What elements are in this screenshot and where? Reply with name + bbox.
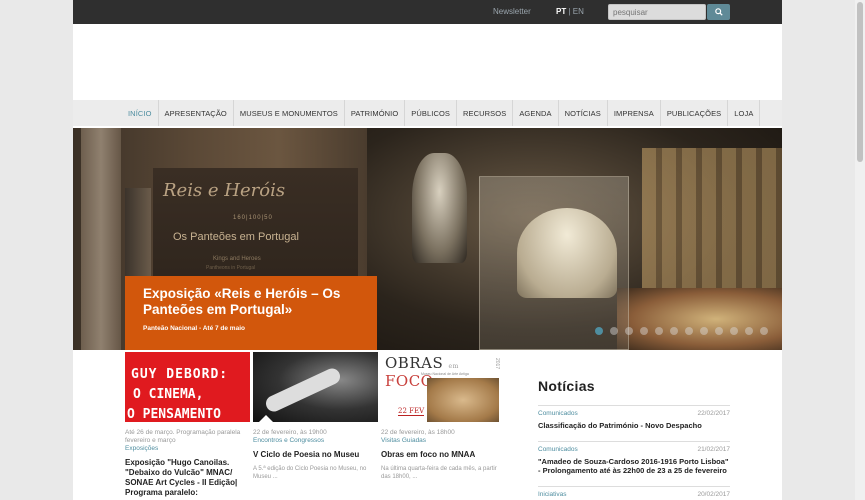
slider-dot[interactable] [640, 327, 648, 335]
card-image-date: 22 FEV [398, 407, 425, 416]
nav-item-apresentacao[interactable]: APRESENTAÇÃO [159, 100, 234, 126]
news-date: 21/02/2017 [697, 446, 730, 453]
hero-arches [642, 148, 782, 308]
banner-years: 160|100|50 [233, 215, 273, 221]
news-date: 22/02/2017 [697, 410, 730, 417]
card-title[interactable]: Exposição "Hugo Canoilas. "Debaixo do Vu… [125, 458, 250, 498]
slider-dot[interactable] [610, 327, 618, 335]
hero-photo-right [367, 128, 782, 350]
news-item[interactable]: Comunicados 21/02/2017 "Amadeo de Souza-… [538, 441, 730, 475]
language-switcher: PT | EN [556, 7, 584, 16]
hero-bust-sculpture [412, 153, 467, 263]
slider-dot[interactable] [670, 327, 678, 335]
nav-item-noticias[interactable]: NOTÍCIAS [559, 100, 608, 126]
banner-script-title: Reis e Heróis [163, 180, 286, 201]
nav-item-publicacoes[interactable]: PUBLICAÇÕES [661, 100, 729, 126]
news-title[interactable]: Classificação do Património - Novo Despa… [538, 421, 730, 430]
search-input[interactable] [608, 4, 706, 20]
card-meta: 22 de fevereiro, às 19h00 [253, 429, 327, 436]
logo-area [73, 24, 782, 100]
card-image-line: O CINEMA, [133, 387, 204, 402]
card-title[interactable]: V Ciclo de Poesia no Museu [253, 450, 378, 460]
slider-dot[interactable] [700, 327, 708, 335]
event-cards: GUY DEBORD: O CINEMA, O PENSAMENTO Até 2… [125, 352, 506, 498]
news-title[interactable]: "Amadeo de Souza-Cardoso 2016-1916 Porto… [538, 457, 730, 475]
card-image-pointer [259, 415, 273, 422]
nav-item-museus[interactable]: MUSEUS E MONUMENTOS [234, 100, 345, 126]
slider-dot[interactable] [760, 327, 768, 335]
hero-slider[interactable]: Reis e Heróis 160|100|50 Os Panteões em … [73, 128, 782, 350]
banner-english-subtitle: Pantheons in Portugal [206, 265, 256, 271]
hero-dome-model [517, 208, 617, 298]
news-sidebar: Notícias Comunicados 22/02/2017 Classifi… [538, 378, 730, 498]
card-image-header-em: em [448, 363, 459, 370]
news-date: 20/02/2017 [697, 491, 730, 498]
nav-item-imprensa[interactable]: IMPRENSA [608, 100, 661, 126]
card-image-line: O PENSAMENTO [127, 407, 221, 422]
slider-dot[interactable] [655, 327, 663, 335]
slider-dot[interactable] [730, 327, 738, 335]
card-description: Na última quarta-feira de cada mês, a pa… [381, 466, 497, 480]
card-category[interactable]: Encontros e Congressos [253, 437, 378, 445]
page-scrollbar[interactable] [855, 0, 865, 500]
card-category[interactable]: Exposições [125, 445, 250, 453]
slider-dot[interactable] [625, 327, 633, 335]
card-image-subtitle: Museu Nacional de Arte Antiga [421, 372, 469, 376]
nav-item-publicos[interactable]: PÚBLICOS [405, 100, 458, 126]
slider-dot[interactable] [595, 327, 603, 335]
card-image-poesia[interactable] [253, 352, 378, 422]
nav-item-recursos[interactable]: RECURSOS [457, 100, 514, 126]
card-image-header-a: OBRAS [385, 354, 444, 372]
card-meta: Até 26 de março. Programação paralela fe… [125, 429, 241, 444]
nav-item-patrimonio[interactable]: PATRIMÓNIO [345, 100, 406, 126]
card-image-figure [263, 365, 343, 415]
slider-dot[interactable] [715, 327, 723, 335]
card-image-obras[interactable]: OBRAS em FOCO 2017 Museu Nacional de Art… [381, 352, 506, 422]
slider-dots [595, 327, 768, 335]
event-card[interactable]: GUY DEBORD: O CINEMA, O PENSAMENTO Até 2… [125, 352, 250, 498]
card-image-debord[interactable]: GUY DEBORD: O CINEMA, O PENSAMENTO [125, 352, 250, 422]
top-bar: Newsletter PT | EN [73, 0, 782, 24]
newsletter-link[interactable]: Newsletter [493, 7, 531, 16]
news-heading: Notícias [538, 378, 595, 394]
hero-pillar [81, 128, 121, 350]
card-image-line: GUY DEBORD: [131, 367, 229, 382]
main-nav: INÍCIO APRESENTAÇÃO MUSEUS E MONUMENTOS … [73, 100, 782, 126]
search-icon [714, 8, 723, 16]
card-image-artwork [427, 378, 499, 422]
card-category[interactable]: Visitas Guiadas [381, 437, 506, 445]
event-card[interactable]: 22 de fevereiro, às 19h00 Encontros e Co… [253, 352, 378, 498]
card-description: A 5.ª edição do Ciclo Poesia no Museu, n… [253, 466, 367, 480]
hero-caption-title[interactable]: Exposição «Reis e Heróis – Os Panteões e… [143, 286, 377, 318]
hero-caption[interactable]: Exposição «Reis e Heróis – Os Panteões e… [125, 276, 377, 350]
hero-marble-floor [617, 288, 782, 350]
slider-dot[interactable] [685, 327, 693, 335]
news-item[interactable]: Comunicados 22/02/2017 Classificação do … [538, 405, 730, 430]
banner-title: Os Panteões em Portugal [173, 231, 299, 243]
nav-item-loja[interactable]: LOJA [728, 100, 761, 126]
scrollbar-thumb[interactable] [857, 2, 863, 162]
slider-dot[interactable] [745, 327, 753, 335]
card-meta: 22 de fevereiro, às 18h00 [381, 429, 455, 436]
lang-pt-link[interactable]: PT [556, 7, 566, 16]
nav-item-inicio[interactable]: INÍCIO [122, 100, 159, 126]
banner-english-title: Kings and Heroes [213, 256, 261, 262]
page: Newsletter PT | EN INÍCIO APRESENTAÇÃO M… [73, 0, 782, 500]
card-title[interactable]: Obras em foco no MNAA [381, 450, 506, 460]
lang-en-link[interactable]: EN [573, 7, 584, 16]
hero-caption-subtitle: Panteão Nacional - Até 7 de maio [143, 325, 245, 332]
search-button[interactable] [707, 4, 730, 20]
news-item[interactable]: Iniciativas 20/02/2017 [538, 486, 730, 498]
event-card[interactable]: OBRAS em FOCO 2017 Museu Nacional de Art… [381, 352, 506, 498]
nav-item-agenda[interactable]: AGENDA [513, 100, 559, 126]
card-image-year: 2017 [494, 358, 500, 370]
